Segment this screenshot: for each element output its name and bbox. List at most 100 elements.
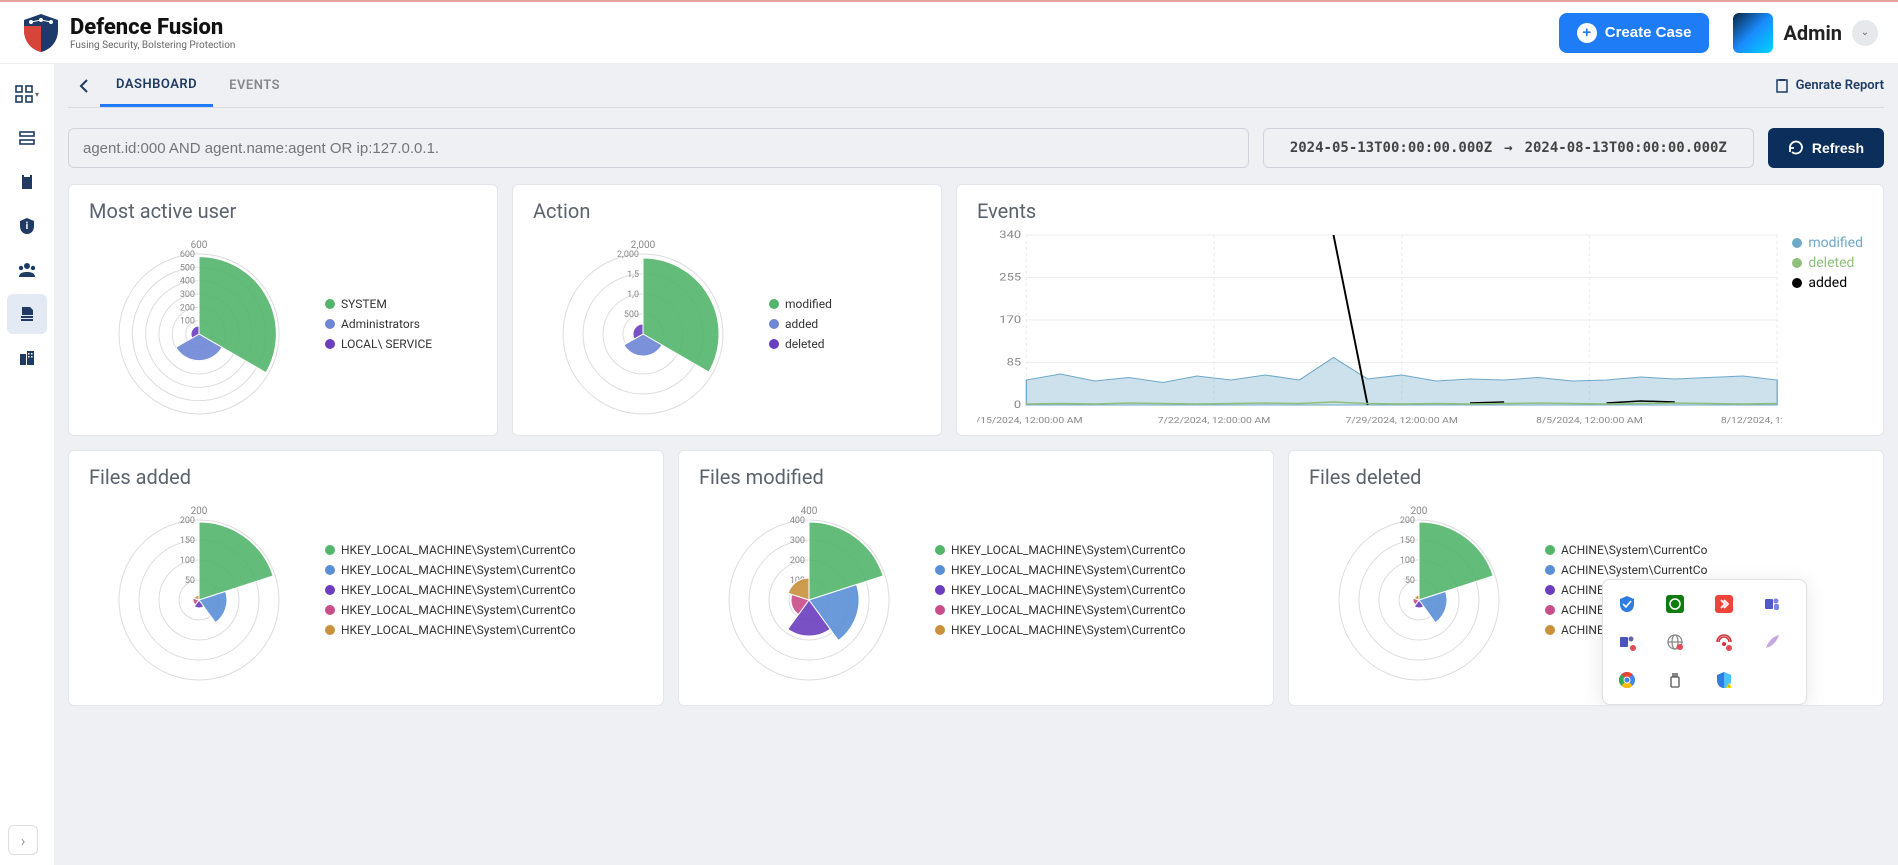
- legend-item[interactable]: deleted: [769, 337, 832, 351]
- tray-app-security[interactable]: [1617, 594, 1637, 614]
- svg-text:300: 300: [180, 290, 195, 300]
- date-from: 2024-05-13T00:00:00.000Z: [1290, 140, 1492, 156]
- legend-item[interactable]: HKEY_LOCAL_MACHINE\System\CurrentCo: [325, 623, 575, 637]
- chart-legend: SYSTEM Administrators LOCAL\ SERVICE: [325, 297, 432, 351]
- legend-item[interactable]: Administrators: [325, 317, 432, 331]
- chart-legend: modified deleted added: [1792, 229, 1863, 419]
- legend-item[interactable]: added: [1792, 275, 1863, 291]
- sidebar-expand-button[interactable]: ›: [8, 825, 38, 855]
- card-title: Files added: [89, 465, 643, 489]
- server-icon: [18, 129, 36, 147]
- svg-text:255: 255: [999, 271, 1021, 283]
- generate-report-label: Genrate Report: [1796, 78, 1884, 93]
- svg-text:400: 400: [180, 277, 195, 287]
- sidebar-item-info[interactable]: i: [7, 206, 47, 246]
- svg-text:200: 200: [1411, 506, 1428, 517]
- card-title: Files deleted: [1309, 465, 1863, 489]
- tab-dashboard[interactable]: DASHBOARD: [100, 64, 213, 107]
- legend-item[interactable]: modified: [1792, 235, 1863, 251]
- legend-item[interactable]: HKEY_LOCAL_MACHINE\System\CurrentCo: [935, 563, 1185, 577]
- grid-icon: [15, 85, 33, 103]
- shield-info-icon: i: [18, 217, 36, 235]
- generate-report-button[interactable]: Genrate Report: [1774, 78, 1884, 94]
- tray-app-feather[interactable]: [1762, 632, 1782, 652]
- refresh-icon: [1788, 140, 1804, 156]
- legend-item[interactable]: deleted: [1792, 255, 1863, 271]
- chevron-left-icon: [77, 79, 91, 93]
- svg-text:400: 400: [790, 516, 805, 526]
- sidebar: i ›: [0, 64, 54, 865]
- svg-text:50: 50: [185, 576, 195, 586]
- tab-events[interactable]: EVENTS: [213, 64, 296, 107]
- query-input[interactable]: [68, 128, 1249, 168]
- legend-item[interactable]: added: [769, 317, 832, 331]
- svg-text:!: !: [1728, 684, 1729, 689]
- tray-app-xbox[interactable]: [1665, 594, 1685, 614]
- sidebar-item-clipboard[interactable]: [7, 162, 47, 202]
- plus-icon: +: [1577, 23, 1597, 43]
- svg-text:i: i: [26, 221, 29, 232]
- building-icon: [18, 349, 36, 367]
- legend-item[interactable]: SYSTEM: [325, 297, 432, 311]
- sidebar-item-server[interactable]: [7, 118, 47, 158]
- svg-text:600: 600: [180, 250, 195, 260]
- legend-item[interactable]: ACHINE\System\CurrentCo: [1545, 563, 1707, 577]
- legend-item[interactable]: modified: [769, 297, 832, 311]
- create-case-button[interactable]: + Create Case: [1559, 13, 1710, 53]
- tray-app-globe[interactable]: [1665, 632, 1685, 652]
- top-header: Defence Fusion Fusing Security, Bolsteri…: [0, 0, 1898, 64]
- tray-app-chrome[interactable]: [1617, 670, 1637, 690]
- sidebar-item-dashboard[interactable]: [7, 74, 47, 114]
- legend-item[interactable]: HKEY_LOCAL_MACHINE\System\CurrentCo: [325, 543, 575, 557]
- svg-text:340: 340: [999, 229, 1021, 241]
- back-button[interactable]: [68, 70, 100, 102]
- legend-item[interactable]: HKEY_LOCAL_MACHINE\System\CurrentCo: [935, 583, 1185, 597]
- svg-text:7/29/2024, 12:00:00 AM: 7/29/2024, 12:00:00 AM: [1346, 416, 1458, 425]
- clipboard-icon: [1774, 78, 1790, 94]
- clipboard-icon: [18, 173, 36, 191]
- tabs-bar: DASHBOARD EVENTS Genrate Report: [68, 64, 1884, 108]
- sidebar-item-groups[interactable]: [7, 250, 47, 290]
- svg-text:2,000: 2,000: [617, 250, 639, 260]
- chart-legend: HKEY_LOCAL_MACHINE\System\CurrentCo HKEY_…: [935, 543, 1185, 637]
- tray-app-usb[interactable]: [1665, 670, 1685, 690]
- sidebar-item-files[interactable]: [7, 294, 47, 334]
- tray-app-defender[interactable]: !: [1714, 670, 1734, 690]
- legend-item[interactable]: HKEY_LOCAL_MACHINE\System\CurrentCo: [325, 603, 575, 617]
- card-files-modified: Files modified 100200300400400 HKEY_LOCA…: [678, 450, 1274, 706]
- files-modified-chart: 100200300400400: [699, 490, 919, 690]
- svg-text:7/22/2024, 12:00:00 AM: 7/22/2024, 12:00:00 AM: [1158, 416, 1270, 425]
- logo-shield-icon: [20, 12, 62, 54]
- tray-app-teams[interactable]: [1762, 594, 1782, 614]
- card-most-active-user: Most active user 100200300400500600600 S…: [68, 184, 498, 436]
- user-menu[interactable]: Admin ⌄: [1733, 13, 1878, 53]
- card-title: Events: [977, 199, 1863, 223]
- legend-item[interactable]: HKEY_LOCAL_MACHINE\System\CurrentCo: [935, 603, 1185, 617]
- most-active-user-chart: 100200300400500600600: [89, 224, 309, 424]
- legend-item[interactable]: HKEY_LOCAL_MACHINE\System\CurrentCo: [935, 623, 1185, 637]
- sidebar-item-buildings[interactable]: [7, 338, 47, 378]
- card-title: Action: [533, 199, 921, 223]
- svg-text:85: 85: [1007, 356, 1022, 368]
- svg-text:600: 600: [191, 240, 208, 251]
- card-title: Files modified: [699, 465, 1253, 489]
- chevron-down-icon[interactable]: ⌄: [1852, 20, 1878, 46]
- svg-text:400: 400: [801, 506, 818, 517]
- refresh-button[interactable]: Refresh: [1768, 128, 1884, 168]
- logo-subtitle: Fusing Security, Bolstering Protection: [70, 40, 235, 51]
- svg-text:200: 200: [1400, 516, 1415, 526]
- chart-legend: modified added deleted: [769, 297, 832, 351]
- tray-app-teams-alt[interactable]: [1617, 632, 1637, 652]
- date-range-picker[interactable]: 2024-05-13T00:00:00.000Z → 2024-08-13T00…: [1263, 128, 1754, 168]
- tray-app-anydesk[interactable]: [1714, 594, 1734, 614]
- app-tray-popup: !: [1602, 579, 1807, 705]
- logo[interactable]: Defence Fusion Fusing Security, Bolsteri…: [20, 12, 235, 54]
- avatar: [1733, 13, 1773, 53]
- legend-item[interactable]: HKEY_LOCAL_MACHINE\System\CurrentCo: [325, 583, 575, 597]
- tray-app-podcast[interactable]: [1714, 632, 1734, 652]
- legend-item[interactable]: ACHINE\System\CurrentCo: [1545, 543, 1707, 557]
- legend-item[interactable]: HKEY_LOCAL_MACHINE\System\CurrentCo: [935, 543, 1185, 557]
- legend-item[interactable]: LOCAL\ SERVICE: [325, 337, 432, 351]
- date-to: 2024-08-13T00:00:00.000Z: [1525, 140, 1727, 156]
- legend-item[interactable]: HKEY_LOCAL_MACHINE\System\CurrentCo: [325, 563, 575, 577]
